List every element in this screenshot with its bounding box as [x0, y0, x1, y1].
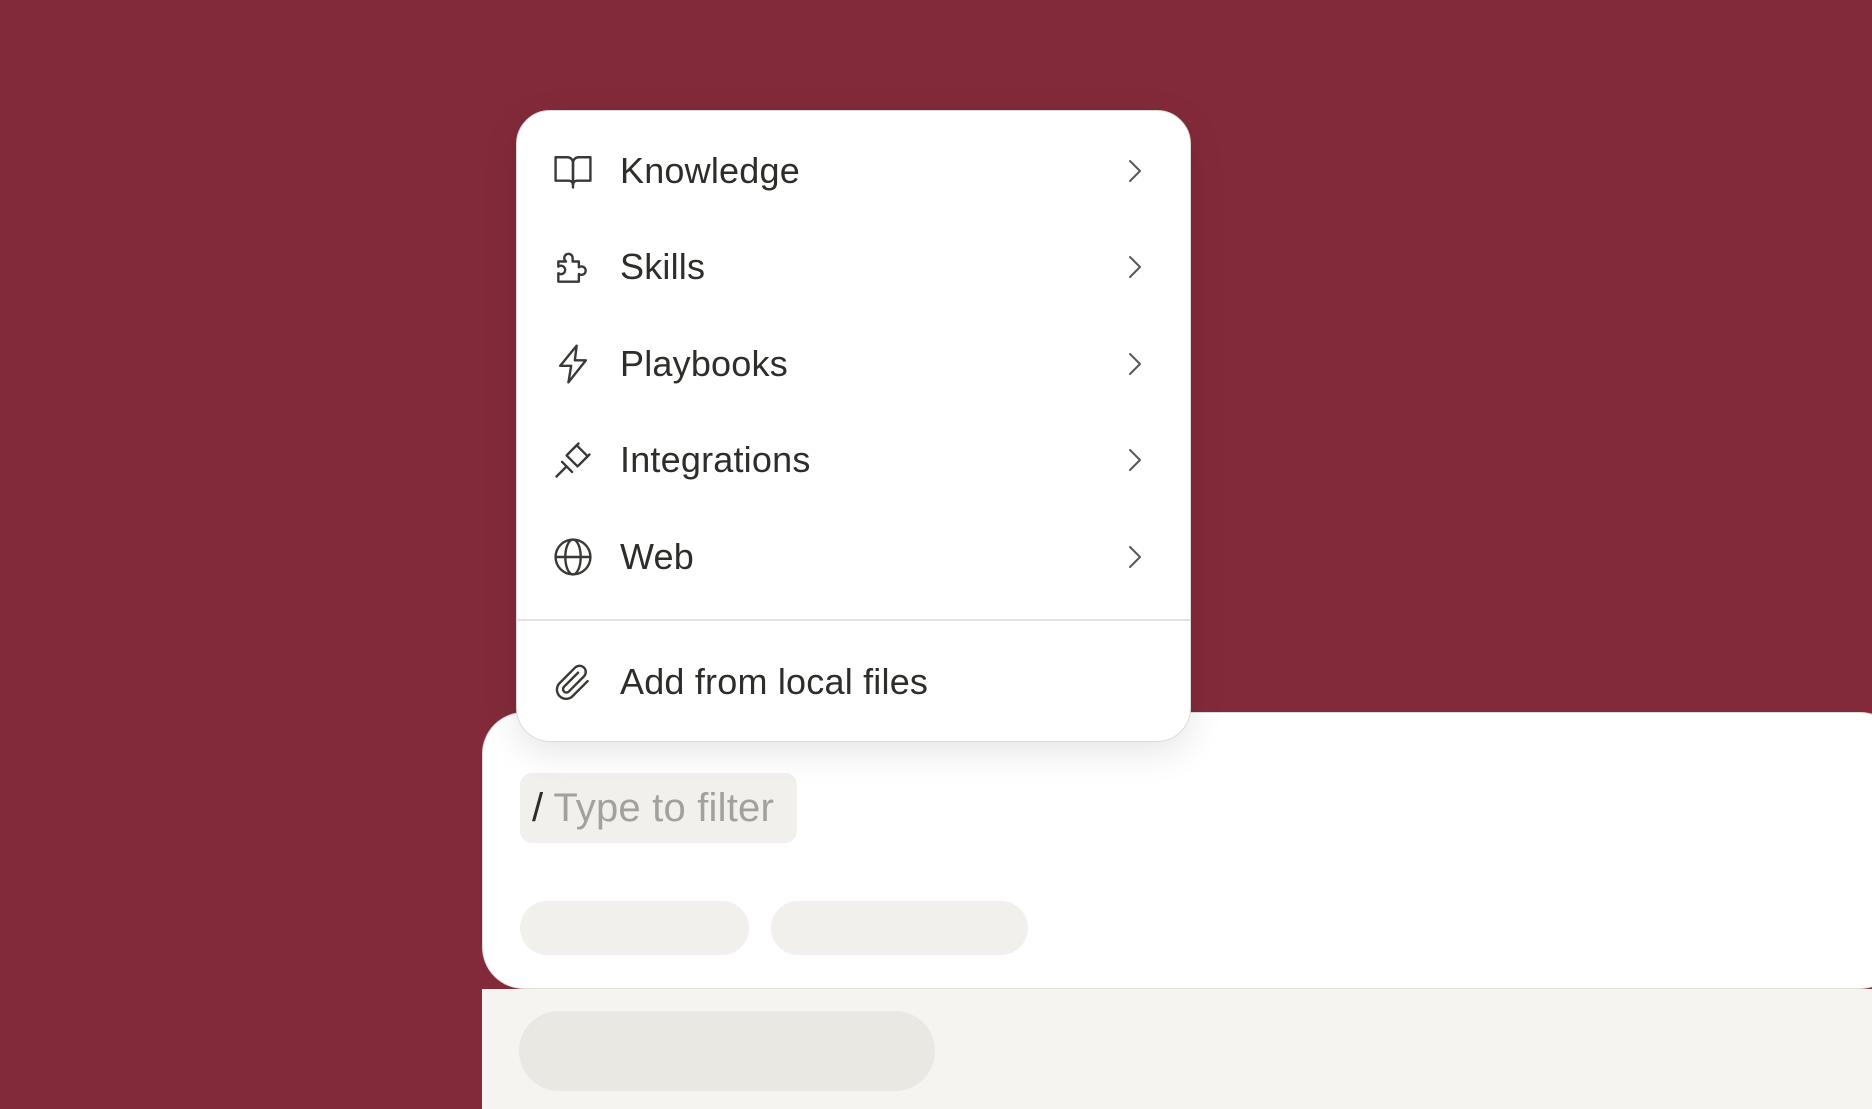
menu-item-add-local-files[interactable]: Add from local files	[517, 634, 1190, 730]
chevron-right-icon	[1120, 156, 1150, 186]
menu-item-label: Web	[620, 536, 694, 577]
menu-item-playbooks[interactable]: Playbooks	[517, 316, 1190, 412]
lightning-bolt-icon	[551, 342, 595, 386]
menu-item-integrations[interactable]: Integrations	[517, 412, 1190, 508]
paperclip-icon	[551, 660, 595, 704]
chevron-right-icon	[1120, 349, 1150, 379]
menu-item-label: Knowledge	[620, 150, 800, 191]
menu-item-label: Add from local files	[620, 661, 929, 702]
placeholder-pill	[771, 901, 1028, 955]
placeholder-pill	[520, 901, 749, 955]
chevron-right-icon	[1120, 542, 1150, 572]
chevron-right-icon	[1120, 252, 1150, 282]
menu-item-label: Playbooks	[620, 343, 788, 384]
add-context-menu: Knowledge Skills Playbooks Integrations …	[516, 110, 1191, 742]
book-open-icon	[551, 149, 595, 193]
filter-placeholder: Type to filter	[553, 785, 774, 830]
plug-icon	[551, 438, 595, 482]
menu-item-web[interactable]: Web	[517, 509, 1190, 605]
composer-card: / Type to filter	[482, 712, 1872, 989]
menu-item-knowledge[interactable]: Knowledge	[517, 123, 1190, 219]
menu-divider	[517, 619, 1190, 621]
menu-item-label: Integrations	[620, 439, 811, 480]
filter-input[interactable]: / Type to filter	[520, 773, 797, 843]
filter-slash-prefix: /	[532, 785, 544, 830]
menu-item-label: Skills	[620, 246, 706, 287]
placeholder-pill	[519, 1011, 935, 1091]
puzzle-piece-icon	[551, 245, 595, 289]
chevron-right-icon	[1120, 445, 1150, 475]
menu-item-skills[interactable]: Skills	[517, 219, 1190, 315]
globe-icon	[551, 535, 595, 579]
lower-panel	[482, 989, 1872, 1109]
